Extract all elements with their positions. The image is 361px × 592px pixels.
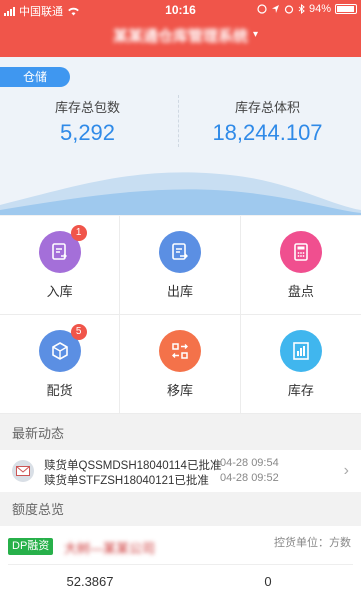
news-time: 04-28 09:52: [220, 472, 279, 484]
storage-summary: 仓储 库存总包数 5,292 库存总体积 18,244.107: [0, 57, 361, 215]
alarm-icon: [284, 5, 294, 14]
page-title[interactable]: 某某通仓库管理系统: [0, 25, 361, 46]
grid-item-label: 库存: [287, 382, 314, 398]
storage-tag: 仓储: [0, 67, 70, 87]
control-unit-label: 控货单位：方数: [274, 537, 351, 549]
chevron-down-icon[interactable]: ▾: [253, 29, 258, 40]
stat-label: 库存总体积: [234, 100, 300, 115]
grid-item-inbound[interactable]: 1 入库: [0, 216, 121, 315]
grid-item-label: 出库: [166, 283, 193, 299]
notification-badge: 5: [70, 323, 87, 340]
quota-heading: 额度总览: [0, 494, 361, 526]
grid-item-label: 盘点: [287, 283, 314, 299]
box-icon: 5: [38, 323, 87, 372]
mail-icon: [12, 460, 34, 482]
location-icon: [271, 5, 279, 13]
stat-label: 库存总包数: [54, 100, 120, 115]
total-volume-stat: 库存总体积 18,244.107: [180, 97, 355, 146]
calculator-icon: [279, 230, 322, 273]
total-packages-stat: 库存总包数 5,292: [0, 97, 175, 146]
news-text: 赎货单QSSMDSH18040114已批准: [44, 460, 222, 472]
news-text: 赎货单STFZSH18040121已批准: [44, 475, 209, 487]
notification-badge: 1: [70, 224, 87, 241]
grid-item-inventory[interactable]: 库存: [240, 315, 361, 414]
outbound-icon: [158, 230, 201, 273]
app-screen: 中国联通 10:16 94% 某某通仓库管理系统 ▾ 仓储 库存总包数 5,29…: [0, 0, 361, 592]
grid-item-stocktake[interactable]: 盘点: [240, 216, 361, 315]
transfer-icon: [158, 329, 201, 372]
company-name: 大树—某某公司: [64, 541, 156, 556]
quota-card[interactable]: DP融资 大树—某某公司 控货单位：方数 52.3867 0: [0, 526, 361, 592]
dp-financing-tag: DP融资: [8, 538, 54, 555]
wave-decoration: [0, 172, 361, 215]
news-item[interactable]: 赎货单QSSMDSH18040114已批准 04-28 09:54 赎货单STF…: [0, 450, 361, 492]
lock-rotation-icon: [257, 4, 267, 14]
grid-item-outbound[interactable]: 出库: [120, 216, 241, 315]
quota-value: 52.3867: [66, 574, 114, 589]
grid-item-label: 入库: [46, 283, 73, 299]
grid-item-distribution[interactable]: 5 配货: [0, 315, 121, 414]
stat-value: 5,292: [59, 120, 116, 145]
quota-value: 0: [264, 574, 272, 589]
app-header: 中国联通 10:16 94% 某某通仓库管理系统 ▾: [0, 0, 361, 57]
status-bar: 中国联通 10:16 94%: [0, 0, 361, 20]
battery-percent: 94%: [308, 3, 331, 15]
battery-icon: [335, 4, 357, 14]
grid-item-label: 配货: [46, 382, 73, 398]
bluetooth-icon: [298, 4, 305, 14]
chevron-right-icon[interactable]: ›: [344, 462, 349, 480]
grid-item-transfer[interactable]: 移库: [120, 315, 241, 414]
stat-value: 18,244.107: [212, 120, 323, 145]
grid-item-label: 移库: [166, 382, 193, 398]
news-time: 04-28 09:54: [220, 457, 279, 469]
inventory-icon: [279, 329, 322, 372]
divider: [8, 564, 353, 565]
news-heading: 最新动态: [0, 418, 361, 450]
function-grid: 1 入库 出库 盘点 5 配货 移库 库存: [0, 216, 361, 414]
divider: [178, 95, 179, 147]
inbound-icon: 1: [38, 224, 87, 273]
